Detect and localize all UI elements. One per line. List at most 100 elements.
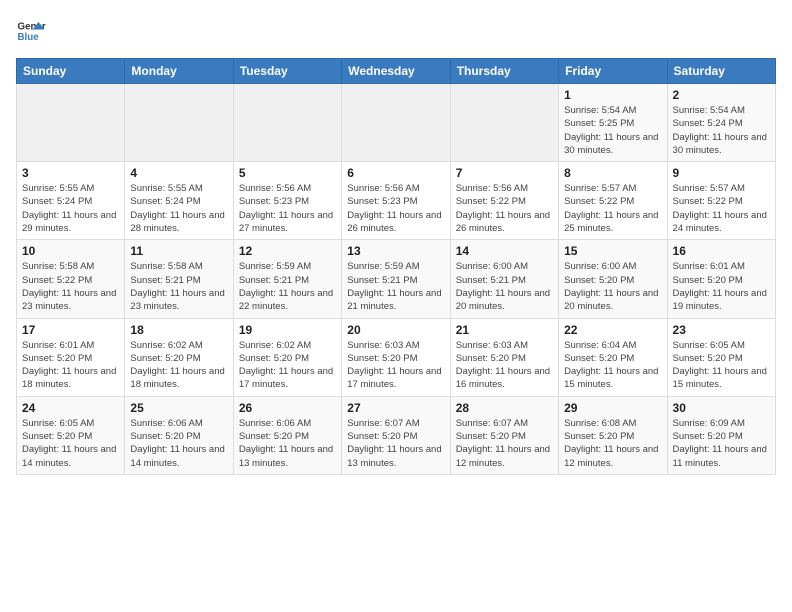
calendar-cell: 13 Sunrise: 5:59 AMSunset: 5:21 PMDayligh… (342, 240, 450, 318)
day-number: 7 (456, 166, 553, 180)
svg-text:Blue: Blue (18, 32, 40, 43)
day-info: Sunrise: 5:59 AMSunset: 5:21 PMDaylight:… (347, 260, 444, 313)
day-number: 10 (22, 244, 119, 258)
day-info: Sunrise: 6:01 AMSunset: 5:20 PMDaylight:… (673, 260, 770, 313)
day-number: 22 (564, 323, 661, 337)
day-info: Sunrise: 6:07 AMSunset: 5:20 PMDaylight:… (347, 417, 444, 470)
calendar-cell: 14Sunrise: 6:00 AMSunset: 5:21 PMDayligh… (450, 240, 558, 318)
calendar-cell: 28 Sunrise: 6:07 AMSunset: 5:20 PMDayligh… (450, 396, 558, 474)
day-number: 11 (130, 244, 227, 258)
day-number: 2 (673, 88, 770, 102)
calendar-cell: 16 Sunrise: 6:01 AMSunset: 5:20 PMDayligh… (667, 240, 775, 318)
calendar-cell: 10 Sunrise: 5:58 AMSunset: 5:22 PMDayligh… (17, 240, 125, 318)
calendar-cell: 1 Sunrise: 5:54 AMSunset: 5:25 PMDaylight… (559, 84, 667, 162)
day-number: 25 (130, 401, 227, 415)
calendar-cell: 12Sunrise: 5:59 AMSunset: 5:21 PMDayligh… (233, 240, 341, 318)
day-info: Sunrise: 6:08 AMSunset: 5:20 PMDaylight:… (564, 417, 661, 470)
weekday-header-row: SundayMondayTuesdayWednesdayThursdayFrid… (17, 59, 776, 84)
day-info: Sunrise: 6:02 AMSunset: 5:20 PMDaylight:… (239, 339, 336, 392)
calendar-cell: 21 Sunrise: 6:03 AMSunset: 5:20 PMDayligh… (450, 318, 558, 396)
weekday-header-thursday: Thursday (450, 59, 558, 84)
day-number: 23 (673, 323, 770, 337)
day-number: 28 (456, 401, 553, 415)
day-info: Sunrise: 6:02 AMSunset: 5:20 PMDaylight:… (130, 339, 227, 392)
calendar-cell: 7 Sunrise: 5:56 AMSunset: 5:22 PMDaylight… (450, 162, 558, 240)
day-info: Sunrise: 6:09 AMSunset: 5:20 PMDaylight:… (673, 417, 770, 470)
day-number: 8 (564, 166, 661, 180)
calendar-cell: 19 Sunrise: 6:02 AMSunset: 5:20 PMDayligh… (233, 318, 341, 396)
day-info: Sunrise: 6:00 AMSunset: 5:20 PMDaylight:… (564, 260, 661, 313)
calendar-cell: 9Sunrise: 5:57 AMSunset: 5:22 PMDaylight… (667, 162, 775, 240)
day-number: 13 (347, 244, 444, 258)
calendar-cell: 20 Sunrise: 6:03 AMSunset: 5:20 PMDayligh… (342, 318, 450, 396)
calendar-cell (17, 84, 125, 162)
calendar-cell: 5 Sunrise: 5:56 AMSunset: 5:23 PMDaylight… (233, 162, 341, 240)
calendar-cell: 26 Sunrise: 6:06 AMSunset: 5:20 PMDayligh… (233, 396, 341, 474)
calendar-cell: 22 Sunrise: 6:04 AMSunset: 5:20 PMDayligh… (559, 318, 667, 396)
day-number: 26 (239, 401, 336, 415)
calendar-cell: 27 Sunrise: 6:07 AMSunset: 5:20 PMDayligh… (342, 396, 450, 474)
day-number: 18 (130, 323, 227, 337)
day-info: Sunrise: 6:00 AMSunset: 5:21 PMDaylight:… (456, 260, 553, 313)
day-info: Sunrise: 5:54 AMSunset: 5:25 PMDaylight:… (564, 104, 661, 157)
day-info: Sunrise: 5:57 AMSunset: 5:22 PMDaylight:… (673, 182, 770, 235)
calendar-cell: 8 Sunrise: 5:57 AMSunset: 5:22 PMDaylight… (559, 162, 667, 240)
day-number: 27 (347, 401, 444, 415)
calendar-cell: 29 Sunrise: 6:08 AMSunset: 5:20 PMDayligh… (559, 396, 667, 474)
calendar-cell: 15 Sunrise: 6:00 AMSunset: 5:20 PMDayligh… (559, 240, 667, 318)
week-row-5: 24 Sunrise: 6:05 AMSunset: 5:20 PMDayligh… (17, 396, 776, 474)
weekday-header-friday: Friday (559, 59, 667, 84)
day-number: 1 (564, 88, 661, 102)
calendar-cell: 25 Sunrise: 6:06 AMSunset: 5:20 PMDayligh… (125, 396, 233, 474)
day-number: 19 (239, 323, 336, 337)
day-number: 20 (347, 323, 444, 337)
calendar-table: SundayMondayTuesdayWednesdayThursdayFrid… (16, 58, 776, 475)
day-info: Sunrise: 5:57 AMSunset: 5:22 PMDaylight:… (564, 182, 661, 235)
calendar-cell (233, 84, 341, 162)
calendar-cell: 4Sunrise: 5:55 AMSunset: 5:24 PMDaylight… (125, 162, 233, 240)
weekday-header-sunday: Sunday (17, 59, 125, 84)
calendar-cell: 18 Sunrise: 6:02 AMSunset: 5:20 PMDayligh… (125, 318, 233, 396)
day-number: 24 (22, 401, 119, 415)
week-row-4: 17Sunrise: 6:01 AMSunset: 5:20 PMDayligh… (17, 318, 776, 396)
day-info: Sunrise: 5:56 AMSunset: 5:22 PMDaylight:… (456, 182, 553, 235)
day-info: Sunrise: 5:58 AMSunset: 5:22 PMDaylight:… (22, 260, 119, 313)
calendar-cell: 11 Sunrise: 5:58 AMSunset: 5:21 PMDayligh… (125, 240, 233, 318)
day-info: Sunrise: 6:04 AMSunset: 5:20 PMDaylight:… (564, 339, 661, 392)
weekday-header-tuesday: Tuesday (233, 59, 341, 84)
calendar-cell (125, 84, 233, 162)
logo: General Blue (16, 16, 46, 46)
day-number: 29 (564, 401, 661, 415)
weekday-header-saturday: Saturday (667, 59, 775, 84)
calendar-cell: 3Sunrise: 5:55 AMSunset: 5:24 PMDaylight… (17, 162, 125, 240)
week-row-3: 10 Sunrise: 5:58 AMSunset: 5:22 PMDayligh… (17, 240, 776, 318)
day-info: Sunrise: 5:58 AMSunset: 5:21 PMDaylight:… (130, 260, 227, 313)
day-info: Sunrise: 6:03 AMSunset: 5:20 PMDaylight:… (347, 339, 444, 392)
day-info: Sunrise: 6:07 AMSunset: 5:20 PMDaylight:… (456, 417, 553, 470)
calendar-cell: 30 Sunrise: 6:09 AMSunset: 5:20 PMDayligh… (667, 396, 775, 474)
day-info: Sunrise: 5:56 AMSunset: 5:23 PMDaylight:… (239, 182, 336, 235)
day-number: 5 (239, 166, 336, 180)
day-info: Sunrise: 6:03 AMSunset: 5:20 PMDaylight:… (456, 339, 553, 392)
day-number: 6 (347, 166, 444, 180)
day-number: 21 (456, 323, 553, 337)
day-info: Sunrise: 6:01 AMSunset: 5:20 PMDaylight:… (22, 339, 119, 392)
day-info: Sunrise: 5:56 AMSunset: 5:23 PMDaylight:… (347, 182, 444, 235)
calendar-cell: 23 Sunrise: 6:05 AMSunset: 5:20 PMDayligh… (667, 318, 775, 396)
day-info: Sunrise: 6:05 AMSunset: 5:20 PMDaylight:… (22, 417, 119, 470)
day-info: Sunrise: 6:06 AMSunset: 5:20 PMDaylight:… (239, 417, 336, 470)
day-number: 3 (22, 166, 119, 180)
week-row-2: 3 Sunrise: 5:55 AMSunset: 5:24 PMDaylight… (17, 162, 776, 240)
day-number: 15 (564, 244, 661, 258)
day-info: Sunrise: 5:55 AMSunset: 5:24 PMDaylight:… (130, 182, 227, 235)
day-info: Sunrise: 5:54 AMSunset: 5:24 PMDaylight:… (673, 104, 770, 157)
day-number: 16 (673, 244, 770, 258)
calendar-cell: 17Sunrise: 6:01 AMSunset: 5:20 PMDayligh… (17, 318, 125, 396)
calendar-cell (342, 84, 450, 162)
calendar-cell: 6 Sunrise: 5:56 AMSunset: 5:23 PMDaylight… (342, 162, 450, 240)
day-info: Sunrise: 6:05 AMSunset: 5:20 PMDaylight:… (673, 339, 770, 392)
day-info: Sunrise: 6:06 AMSunset: 5:20 PMDaylight:… (130, 417, 227, 470)
day-number: 30 (673, 401, 770, 415)
weekday-header-monday: Monday (125, 59, 233, 84)
page-header: General Blue (16, 16, 776, 46)
